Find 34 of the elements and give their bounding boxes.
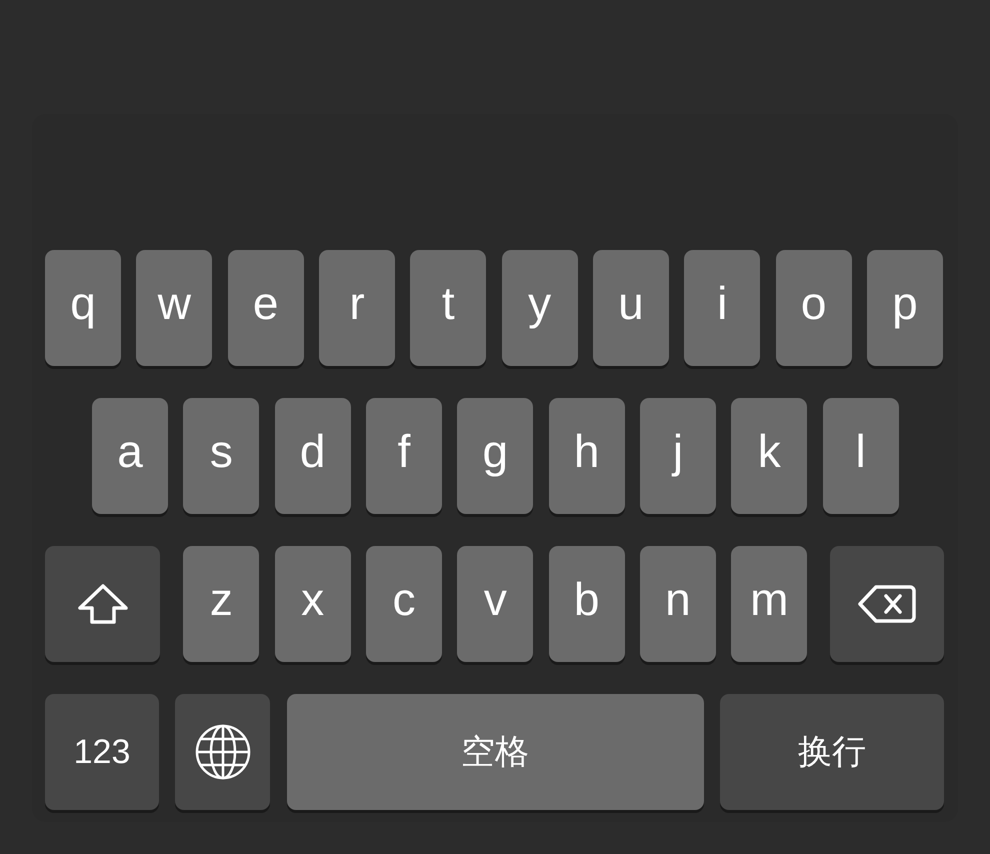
letter-key[interactable]: i <box>684 250 760 366</box>
letter-key[interactable]: q <box>45 250 121 366</box>
letter-key[interactable]: d <box>274 398 351 514</box>
letter-key[interactable]: w <box>136 250 212 366</box>
letter-key[interactable]: r <box>318 250 395 366</box>
globe-icon <box>194 723 252 781</box>
letter-key[interactable]: h <box>548 398 625 514</box>
letter-key[interactable]: o <box>776 250 852 366</box>
numbers-key[interactable]: 123 <box>45 694 159 810</box>
letter-key[interactable]: x <box>274 546 351 662</box>
letter-key[interactable]: c <box>366 546 442 662</box>
delete-key[interactable] <box>830 546 944 662</box>
backspace-icon <box>858 584 916 624</box>
letter-key[interactable]: g <box>457 398 534 514</box>
letter-key[interactable]: s <box>183 398 260 514</box>
letter-key[interactable]: t <box>410 250 486 366</box>
letter-key[interactable]: u <box>592 250 669 366</box>
letter-key[interactable]: k <box>731 398 808 514</box>
letter-key[interactable]: f <box>366 398 442 514</box>
letter-key[interactable]: m <box>731 546 808 662</box>
letter-key[interactable]: e <box>228 250 304 366</box>
letter-key[interactable]: v <box>457 546 534 662</box>
letter-key[interactable]: l <box>822 398 899 514</box>
letter-key[interactable]: p <box>866 250 943 366</box>
letter-key[interactable]: y <box>502 250 578 366</box>
globe-key[interactable] <box>175 694 270 810</box>
letter-key[interactable]: b <box>548 546 625 662</box>
letter-key[interactable]: j <box>640 398 716 514</box>
return-key[interactable]: 换行 <box>720 694 944 810</box>
space-key[interactable]: 空格 <box>286 694 704 810</box>
letter-key[interactable]: n <box>640 546 716 662</box>
letter-key[interactable]: z <box>183 546 260 662</box>
shift-key[interactable] <box>45 546 160 662</box>
letter-key[interactable]: a <box>92 398 168 514</box>
